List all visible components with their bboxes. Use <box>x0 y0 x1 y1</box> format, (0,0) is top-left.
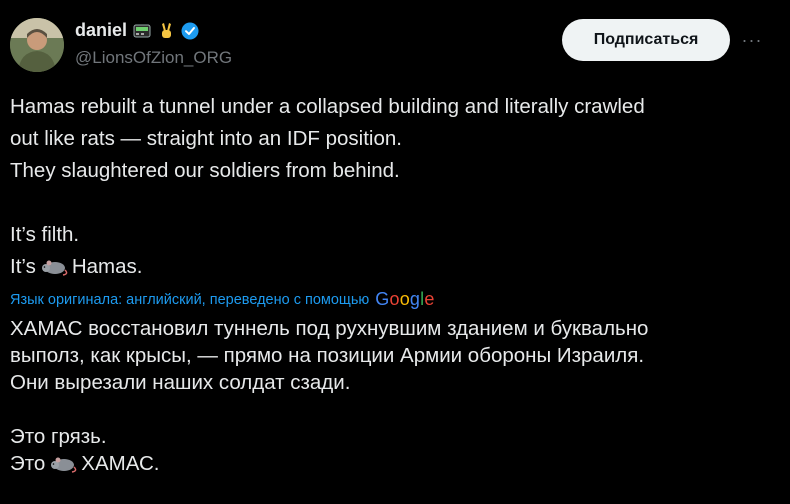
avatar[interactable] <box>10 18 64 72</box>
translated-line-2: выполз, как крысы, — прямо на позиции Ар… <box>10 344 645 367</box>
victory-hand-icon <box>157 22 175 40</box>
original-line-3: They slaughtered our soldiers from behin… <box>10 159 400 182</box>
translated-line-5: Это ХАМАС. <box>10 450 648 477</box>
translation-note[interactable]: Язык оригинала: английский, переведено с… <box>10 289 435 310</box>
subscribe-button[interactable]: Подписаться <box>562 19 730 61</box>
original-line-5-post: Hamas. <box>71 255 143 278</box>
rat-emoji-icon <box>51 457 77 473</box>
translated-line-3: Они вырезали наших солдат сзади. <box>10 371 351 394</box>
original-line-4: It’s filth. <box>10 223 80 246</box>
translated-line-5-post: ХАМАС. <box>81 452 160 475</box>
avatar-image <box>10 18 64 72</box>
display-name[interactable]: daniel <box>75 20 127 41</box>
google-logo: Google <box>375 289 435 309</box>
rat-emoji-icon <box>41 260 68 276</box>
more-options-icon[interactable]: ··· <box>738 28 766 52</box>
translated-line-1: ХАМАС восстановил туннель под рухнувшим … <box>10 317 649 340</box>
verified-badge-icon <box>181 22 199 40</box>
author-handle[interactable]: @LionsOfZion_ORG <box>75 48 232 68</box>
pager-icon <box>133 22 151 40</box>
original-line-2: out like rats — straight into an IDF pos… <box>10 127 402 150</box>
tweet: daniel @LionsOfZion_ORG Подписаться ··· … <box>0 0 790 504</box>
author-name-row: daniel <box>75 20 199 41</box>
translated-line-5-pre: Это <box>10 452 46 475</box>
original-line-5: It’s Hamas. <box>10 251 645 283</box>
translated-line-4: Это грязь. <box>10 425 107 448</box>
translation-note-text: Язык оригинала: английский, переведено с… <box>10 291 370 308</box>
original-line-1: Hamas rebuilt a tunnel under a collapsed… <box>10 95 645 118</box>
original-line-5-pre: It’s <box>10 255 36 278</box>
tweet-translated-text: ХАМАС восстановил туннель под рухнувшим … <box>10 315 648 477</box>
tweet-original-text: Hamas rebuilt a tunnel under a collapsed… <box>10 91 645 283</box>
